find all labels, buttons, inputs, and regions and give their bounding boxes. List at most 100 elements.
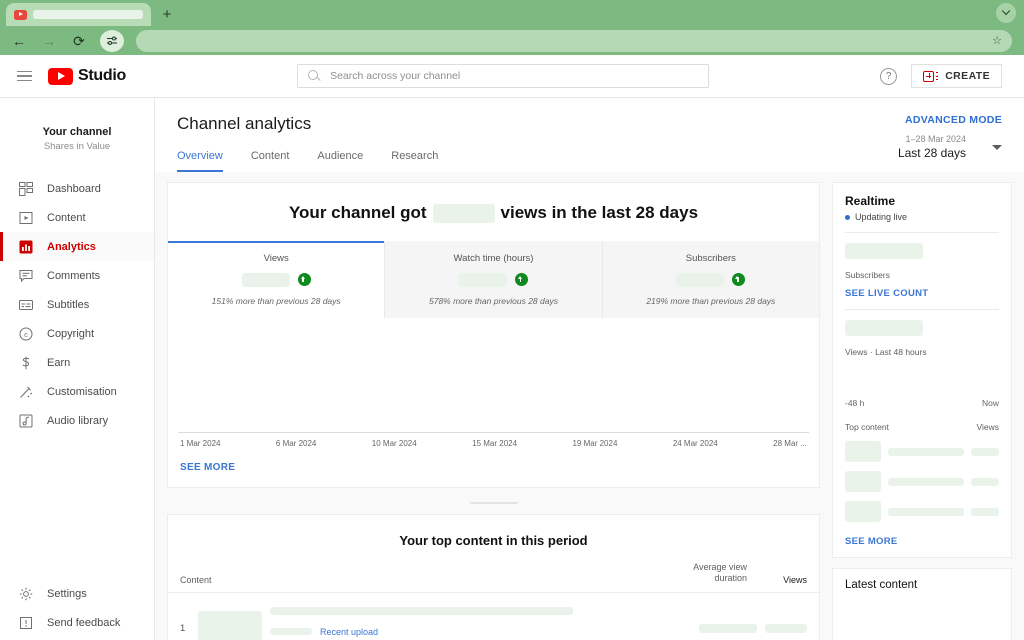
thumbnail-redacted xyxy=(845,501,881,522)
overview-headline: Your channel got views in the last 28 da… xyxy=(168,183,819,241)
video-title-redacted xyxy=(270,606,574,615)
metric-card-subscribers[interactable]: Subscribers 219% more than previous 28 d… xyxy=(601,241,819,318)
audio-library-icon xyxy=(18,413,33,428)
tab-overview[interactable]: Overview xyxy=(177,150,223,172)
tune-icon[interactable] xyxy=(100,29,124,52)
main-content: Channel analytics ADVANCED MODE Overview… xyxy=(155,98,1024,640)
sidebar-item-copyright[interactable]: c Copyright xyxy=(0,319,154,348)
dashboard-icon xyxy=(18,181,33,196)
sidebar-item-label: Earn xyxy=(47,356,71,369)
youtube-logo-icon xyxy=(48,67,73,85)
studio-topbar: Studio Search across your channel ? CREA… xyxy=(0,55,1024,98)
search-input[interactable]: Search across your channel xyxy=(297,64,710,88)
date-range-dates: 1–28 Mar 2024 xyxy=(905,134,966,144)
studio-logo[interactable]: Studio xyxy=(48,67,126,85)
sidebar-item-label: Comments xyxy=(47,269,101,282)
top-content-title: Your top content in this period xyxy=(399,533,588,548)
comments-icon xyxy=(18,268,33,283)
tabstrip-menu-button[interactable] xyxy=(996,3,1016,23)
chart-x-tick: 1 Mar 2024 xyxy=(180,439,221,448)
tab-research[interactable]: Research xyxy=(391,150,438,172)
chart-x-tick: 19 Mar 2024 xyxy=(572,439,618,448)
realtime-views-label: Views · Last 48 hours xyxy=(845,347,927,357)
sidebar-item-comments[interactable]: Comments xyxy=(0,261,154,290)
metric-value-row xyxy=(174,272,378,287)
metric-delta: 219% more than previous 28 days xyxy=(646,296,776,306)
advanced-mode-link[interactable]: ADVANCED MODE xyxy=(905,114,1002,126)
reload-button[interactable]: ⟳ xyxy=(68,30,90,52)
sidebar-item-dashboard[interactable]: Dashboard xyxy=(0,174,154,203)
page-header-lower: Overview Content Audience Research 1–28 … xyxy=(177,134,1002,172)
chart-x-tick: 10 Mar 2024 xyxy=(371,439,417,448)
list-item[interactable] xyxy=(845,471,999,492)
see-live-count-link[interactable]: SEE LIVE COUNT xyxy=(845,288,999,299)
page-header-row: Channel analytics ADVANCED MODE xyxy=(177,114,1002,134)
list-item[interactable] xyxy=(845,441,999,462)
top-content-card: Your top content in this period Content … xyxy=(167,514,820,640)
realtime-see-more-link[interactable]: SEE MORE xyxy=(845,536,999,547)
chart-x-axis xyxy=(178,432,809,433)
metric-card-watch-time[interactable]: Watch time (hours) 578% more than previo… xyxy=(384,241,602,318)
address-bar[interactable]: ☆ xyxy=(136,29,1012,52)
metric-tabs: Views 151% more than previous 28 days Wa… xyxy=(168,241,819,318)
browser-tabstrip: + xyxy=(0,0,1024,26)
sidebar-item-analytics[interactable]: Analytics xyxy=(0,232,154,261)
sidebar-item-content[interactable]: Content xyxy=(0,203,154,232)
trend-up-icon xyxy=(297,273,311,286)
realtime-axis-left: -48 h xyxy=(845,398,865,408)
video-date-redacted xyxy=(270,628,312,635)
forward-button[interactable]: → xyxy=(38,30,60,52)
views-redacted xyxy=(971,447,999,456)
sidebar-item-label: Dashboard xyxy=(47,182,101,195)
headline-suffix: views in the last 28 days xyxy=(500,203,699,222)
chevron-down-icon[interactable] xyxy=(992,144,1002,150)
youtube-favicon xyxy=(14,9,27,20)
sidebar-item-subtitles[interactable]: Subtitles xyxy=(0,290,154,319)
sidebar-item-label: Analytics xyxy=(47,240,96,253)
metric-delta: 578% more than previous 28 days xyxy=(428,296,558,306)
analytics-body: Your channel got views in the last 28 da… xyxy=(155,172,1024,640)
analytics-icon xyxy=(18,239,33,254)
create-button[interactable]: CREATE xyxy=(911,64,1002,88)
sidebar-item-earn[interactable]: Earn xyxy=(0,348,154,377)
date-range-selector[interactable]: 1–28 Mar 2024 Last 28 days xyxy=(898,134,1002,172)
channel-block[interactable]: Your channel Shares in Value xyxy=(0,126,154,174)
trend-up-icon xyxy=(514,273,528,286)
right-column: Realtime Updating live Subscribers SEE L… xyxy=(832,182,1012,640)
customisation-icon xyxy=(18,384,33,399)
metric-delta: 151% more than previous 28 days xyxy=(211,296,341,306)
overview-see-more-link[interactable]: SEE MORE xyxy=(168,448,819,487)
video-thumbnail-redacted xyxy=(198,610,262,640)
browser-tab[interactable] xyxy=(6,3,151,26)
thumbnail-redacted xyxy=(845,471,881,492)
sidebar-item-audio-library[interactable]: Audio library xyxy=(0,406,154,435)
table-row[interactable]: 1 Recent upload xyxy=(168,593,819,640)
create-button-label: CREATE xyxy=(945,70,990,82)
channel-subtitle: Shares in Value xyxy=(43,141,111,152)
metric-label: Watch time (hours) xyxy=(453,253,534,264)
sidebar-item-label: Customisation xyxy=(47,385,117,398)
sidebar-item-customisation[interactable]: Customisation xyxy=(0,377,154,406)
sidebar-item-label: Audio library xyxy=(47,414,109,427)
tab-audience[interactable]: Audience xyxy=(317,150,363,172)
sidebar-item-label: Copyright xyxy=(47,327,95,340)
tab-content[interactable]: Content xyxy=(251,150,290,172)
row-meta: Recent upload xyxy=(270,602,691,640)
sidebar: Your channel Shares in Value Dashboard C… xyxy=(0,98,155,640)
list-item[interactable] xyxy=(845,501,999,522)
metric-value-redacted xyxy=(676,272,725,287)
help-icon[interactable]: ? xyxy=(880,67,898,85)
new-tab-button[interactable]: + xyxy=(159,7,175,22)
section-divider xyxy=(167,498,820,504)
sidebar-item-settings[interactable]: Settings xyxy=(0,579,154,608)
metric-card-views[interactable]: Views 151% more than previous 28 days xyxy=(168,241,385,318)
avg-view-duration-redacted xyxy=(699,624,757,633)
earn-icon xyxy=(18,355,33,370)
bookmark-icon[interactable]: ☆ xyxy=(992,34,1002,47)
realtime-top-content-header: Top content Views xyxy=(845,422,999,432)
back-button[interactable]: ← xyxy=(8,30,30,52)
hamburger-icon[interactable] xyxy=(0,70,48,82)
sidebar-item-send-feedback[interactable]: Send feedback xyxy=(0,608,154,637)
realtime-views-redacted xyxy=(845,320,923,336)
